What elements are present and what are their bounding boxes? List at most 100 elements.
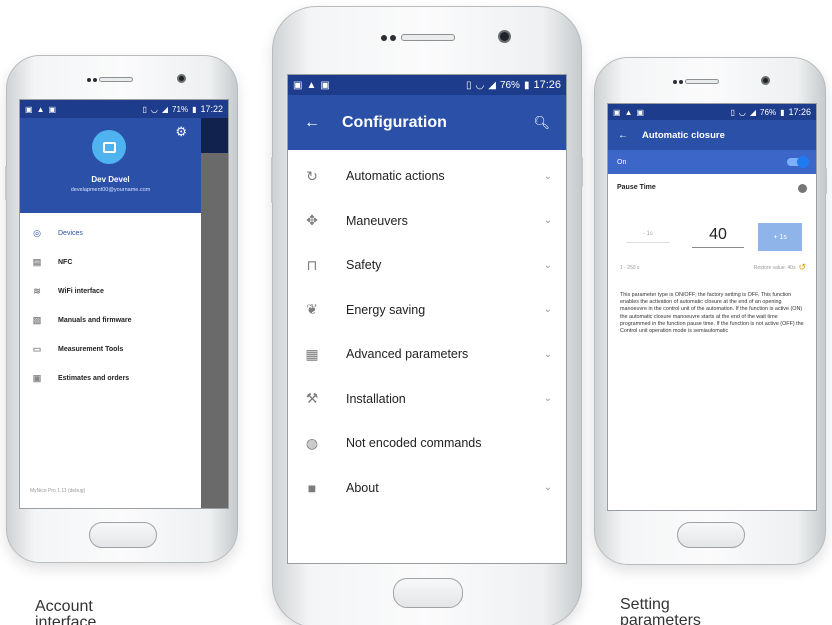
speaker-grille xyxy=(401,34,455,41)
pause-time-row: Pause Time xyxy=(617,184,807,193)
signal-icon: ◢ xyxy=(488,79,496,91)
devices-icon: ◎ xyxy=(33,228,41,238)
wifi-status-icon: ◡ xyxy=(475,79,485,91)
config-item-safety[interactable]: ⊓ Safety ⌄ xyxy=(288,243,566,288)
image-icon: ▣ xyxy=(293,79,303,91)
config-item-energy-saving[interactable]: ❦ Energy saving ⌄ xyxy=(288,288,566,333)
vibrate-icon: ▯ xyxy=(142,104,147,114)
menu-item-label: NFC xyxy=(58,259,73,266)
stage: ▣ ▲ ▣ ▯ ◡ ◢ 71% ▮ 17:22 ⚙ Dev Devel deve… xyxy=(0,0,832,625)
config-item-maneuvers[interactable]: ✥ Maneuvers ⌄ xyxy=(288,199,566,244)
user-email: develapment00@yourname.com xyxy=(70,187,151,193)
globe-icon: ◍ xyxy=(305,434,319,451)
wrench-icon: ⚒ xyxy=(305,390,319,407)
gear-icon[interactable]: ⚙ xyxy=(175,124,187,140)
config-item-label: Automatic actions xyxy=(346,169,445,184)
alert-icon: ▲ xyxy=(624,107,633,117)
center-screen: ▣ ▲ ▣ ▯ ◡ ◢ 76% ▮ 17:26 ← Configuration 🔍︎… xyxy=(287,74,567,564)
home-button[interactable] xyxy=(393,578,463,608)
drawer-header: ⚙ Dev Devel develapment00@yourname.com xyxy=(20,118,201,213)
status-bar: ▣ ▲ ▣ ▯ ◡ ◢ 76% ▮ 17:26 xyxy=(608,104,816,120)
parameter-description: This parameter type is ON/OFF; the facto… xyxy=(620,292,804,335)
sensor-dot xyxy=(93,78,97,82)
manuals-icon: ▧ xyxy=(32,315,42,325)
menu-item-manuals[interactable]: ▧ Manuals and firmware xyxy=(20,306,201,335)
search-icon[interactable]: 🔍︎ xyxy=(533,115,550,131)
chevron-down-icon: ⌄ xyxy=(543,482,552,494)
menu-item-label: WiFi interface xyxy=(58,288,104,295)
speaker-grille xyxy=(99,77,133,82)
account-icon xyxy=(102,141,116,153)
restore-label: Restore value: 40s xyxy=(753,264,796,271)
config-item-installation[interactable]: ⚒ Installation ⌄ xyxy=(288,377,566,422)
folder-icon: ■ xyxy=(307,479,317,496)
info-icon[interactable] xyxy=(798,184,807,193)
page-title: Configuration xyxy=(342,113,447,131)
menu-item-estimates[interactable]: ▣ Estimates and orders xyxy=(20,364,201,393)
home-button[interactable] xyxy=(89,522,157,548)
sensor-dot xyxy=(87,78,91,82)
config-item-label: Maneuvers xyxy=(346,213,408,228)
config-item-not-encoded-commands[interactable]: ◍ Not encoded commands xyxy=(288,421,566,466)
on-off-toggle[interactable] xyxy=(787,156,809,168)
drawer-scrim[interactable] xyxy=(201,118,228,508)
menu-item-label: Manuals and firmware xyxy=(58,317,132,324)
configuration-list: ↻ Automatic actions ⌄ ✥ Maneuvers ⌄ ⊓ Safety ⌄… xyxy=(288,154,566,510)
battery-level: 76% xyxy=(760,107,777,117)
battery-level: 76% xyxy=(499,79,520,91)
status-time: 17:26 xyxy=(788,107,811,117)
underlying-appbar xyxy=(201,118,228,153)
config-item-label: Installation xyxy=(346,391,406,406)
power-button xyxy=(581,157,583,187)
navigation-drawer: ⚙ Dev Devel develapment00@yourname.com ◎… xyxy=(20,118,201,508)
decrement-button[interactable]: - 1s xyxy=(626,231,670,243)
move-icon: ✥ xyxy=(306,212,318,229)
signal-icon: ◢ xyxy=(749,107,757,117)
menu-item-measurement[interactable]: ▭ Measurement Tools xyxy=(20,335,201,364)
config-item-advanced-parameters[interactable]: ▦ Advanced parameters ⌄ xyxy=(288,332,566,377)
drawer-menu: ◎ Devices ▤ NFC ≋ WiFi interface ▧ Manuals a… xyxy=(20,213,201,393)
back-arrow-icon[interactable]: ← xyxy=(618,130,628,141)
pause-time-stepper: - 1s 40 + 1s xyxy=(626,222,803,252)
config-item-about[interactable]: ■ About ⌄ xyxy=(288,466,566,511)
volume-button xyxy=(271,157,273,203)
vibrate-icon: ▯ xyxy=(465,79,472,91)
back-arrow-icon[interactable]: ← xyxy=(304,114,320,132)
wifi-status-icon: ◡ xyxy=(150,104,158,114)
caption-line: interface xyxy=(35,614,97,625)
avatar[interactable] xyxy=(92,130,126,164)
status-bar: ▣ ▲ ▣ ▯ ◡ ◢ 71% ▮ 17:22 xyxy=(20,100,228,118)
right-phone: ▣ ▲ ▣ ▯ ◡ ◢ 76% ▮ 17:26 ← Automatic closur… xyxy=(594,57,827,565)
signal-icon: ◢ xyxy=(161,104,169,114)
battery-level: 71% xyxy=(172,104,189,114)
toggle-knob xyxy=(797,156,809,168)
menu-item-devices[interactable]: ◎ Devices xyxy=(20,219,201,248)
right-screen: ▣ ▲ ▣ ▯ ◡ ◢ 76% ▮ 17:26 ← Automatic closur… xyxy=(607,103,817,511)
menu-item-wifi[interactable]: ≋ WiFi interface xyxy=(20,277,201,306)
app-bar: ← Automatic closure xyxy=(608,120,816,150)
range-row: 1 - 250 s Restore value: 40s ↺ xyxy=(620,262,806,273)
home-button[interactable] xyxy=(677,522,745,548)
config-item-automatic-actions[interactable]: ↻ Automatic actions ⌄ xyxy=(288,154,566,199)
config-item-label: Energy saving xyxy=(346,302,426,317)
on-toggle-row[interactable]: On xyxy=(608,150,816,174)
chevron-down-icon: ⌄ xyxy=(543,259,552,271)
left-phone: ▣ ▲ ▣ ▯ ◡ ◢ 71% ▮ 17:22 ⚙ Dev Devel deve… xyxy=(5,55,238,563)
chevron-down-icon: ⌄ xyxy=(543,215,552,227)
sliders-icon: ▦ xyxy=(305,345,319,362)
pause-time-input[interactable]: 40 xyxy=(691,226,745,248)
sync-icon: ↻ xyxy=(306,167,318,184)
image-icon: ▣ xyxy=(48,104,57,114)
config-item-label: Not encoded commands xyxy=(346,436,482,451)
value-range: 1 - 250 s xyxy=(620,264,640,271)
image-icon: ▣ xyxy=(613,107,621,117)
front-camera xyxy=(177,74,186,83)
restore-button[interactable]: Restore value: 40s ↺ xyxy=(754,262,806,273)
battery-icon: ▮ xyxy=(523,79,530,91)
menu-item-nfc[interactable]: ▤ NFC xyxy=(20,248,201,277)
page-title: Automatic closure xyxy=(642,129,725,141)
increment-button[interactable]: + 1s xyxy=(758,223,803,251)
caption-account-interface: Account interface xyxy=(35,599,96,625)
center-phone: ▣ ▲ ▣ ▯ ◡ ◢ 76% ▮ 17:26 ← Configuration 🔍︎… xyxy=(271,6,583,625)
leaf-icon: ❦ xyxy=(306,301,318,318)
